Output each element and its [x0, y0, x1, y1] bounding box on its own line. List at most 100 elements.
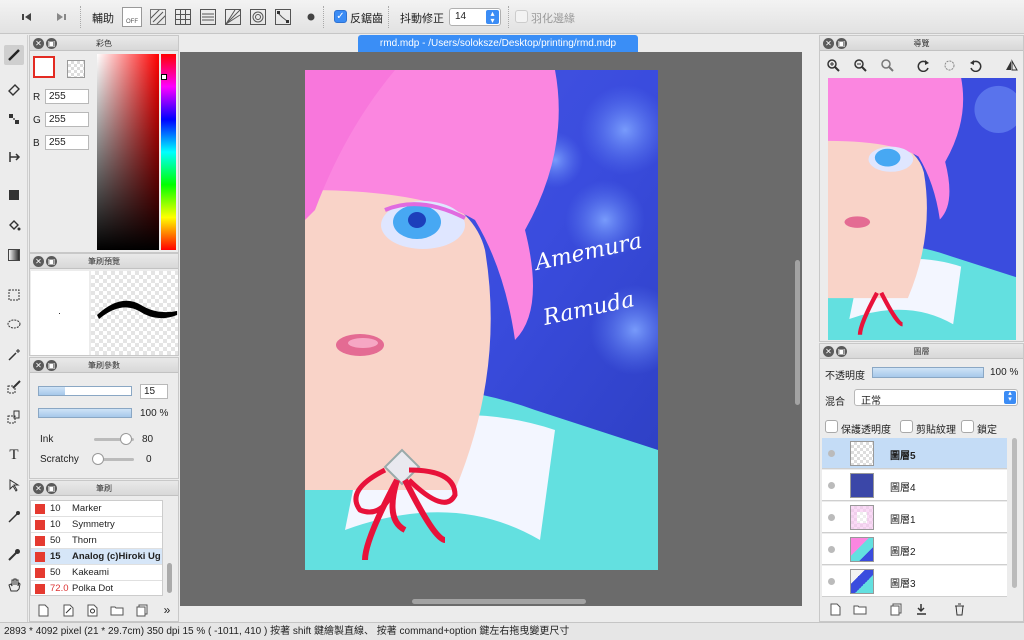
protect-alpha-checkbox[interactable] — [825, 420, 838, 433]
snap-circle-icon[interactable] — [249, 8, 267, 26]
minimize-icon[interactable]: ▣ — [836, 346, 847, 357]
snap-radial-icon[interactable] — [224, 8, 242, 26]
artwork-canvas[interactable]: Amemura Ramuda — [305, 70, 658, 570]
snap-horizontal-icon[interactable] — [199, 8, 217, 26]
brush-list-item[interactable]: 10 Symmetry — [31, 517, 162, 533]
saturation-value-picker[interactable] — [97, 54, 159, 250]
hue-slider[interactable] — [161, 54, 176, 250]
canvas-vertical-scrollbar[interactable] — [795, 260, 800, 405]
delete-layer-icon[interactable] — [952, 602, 966, 616]
brush-settings-icon[interactable] — [85, 603, 99, 617]
canvas-area[interactable]: Amemura Ramuda — [180, 52, 802, 606]
foreground-color-swatch[interactable] — [33, 56, 55, 78]
rotate-right-icon[interactable] — [968, 58, 982, 72]
brush-list-item[interactable]: 72.0 Polka Dot — [31, 581, 162, 595]
operation-tool-icon[interactable] — [4, 475, 24, 495]
lasso-tool-icon[interactable] — [4, 315, 24, 335]
stabilizer-select[interactable]: 14 ▴ ▾ — [449, 8, 501, 26]
minimize-icon[interactable]: ▣ — [46, 256, 57, 267]
snap-grid-icon[interactable] — [174, 8, 192, 26]
clipping-check-icon[interactable] — [900, 420, 913, 433]
minimize-icon[interactable]: ▣ — [836, 38, 847, 49]
layer-visibility-icon[interactable] — [828, 546, 835, 553]
scratchy-slider-track[interactable] — [92, 453, 134, 465]
dither-tool-icon[interactable] — [4, 109, 24, 129]
pen-tool-icon[interactable] — [4, 45, 24, 65]
brush-list-scrollbar[interactable] — [167, 563, 172, 593]
g-input[interactable]: 255 — [45, 112, 89, 127]
minimize-icon[interactable]: ▣ — [46, 483, 57, 494]
layer-row[interactable]: 圖層3 — [822, 566, 1007, 597]
layer-visibility-icon[interactable] — [828, 450, 835, 457]
rect-select-tool-icon[interactable] — [4, 285, 24, 305]
layer-row[interactable]: 圖層4 — [822, 470, 1007, 501]
layers-scrollbar[interactable] — [1012, 438, 1017, 588]
brush-list-item[interactable]: 10 Marker — [31, 501, 162, 517]
ink-slider-thumb[interactable] — [120, 433, 132, 445]
layer-opacity-bar[interactable] — [872, 367, 984, 378]
select-eraser-tool-icon[interactable] — [4, 407, 24, 427]
layer-visibility-icon[interactable] — [828, 514, 835, 521]
close-icon[interactable]: ✕ — [823, 346, 834, 357]
rotate-left-icon[interactable] — [916, 58, 930, 72]
duplicate-layer-icon[interactable] — [889, 602, 903, 616]
close-icon[interactable]: ✕ — [823, 38, 834, 49]
antialias-check-icon[interactable]: ✓ — [334, 10, 347, 23]
close-icon[interactable]: ✕ — [33, 256, 44, 267]
layer-row[interactable]: 圖層1 — [822, 502, 1007, 533]
close-icon[interactable]: ✕ — [33, 38, 44, 49]
layer-row[interactable]: 圖層5 — [822, 438, 1007, 469]
brush-size-bar[interactable] — [38, 386, 132, 396]
brush-opacity-bar[interactable] — [38, 408, 132, 418]
eraser-tool-icon[interactable] — [4, 79, 24, 99]
flip-horizontal-icon[interactable] — [1004, 58, 1018, 72]
close-icon[interactable]: ✕ — [33, 360, 44, 371]
divide-tool-icon[interactable] — [4, 507, 24, 527]
redo-icon[interactable] — [52, 8, 70, 26]
close-icon[interactable]: ✕ — [33, 483, 44, 494]
brush-size-input[interactable]: 15 — [140, 384, 168, 399]
ink-slider-track[interactable] — [94, 433, 134, 445]
more-chevron-icon[interactable]: » — [160, 603, 174, 617]
minimize-icon[interactable]: ▣ — [46, 360, 57, 371]
feather-check-icon[interactable] — [515, 10, 528, 23]
lock-checkbox[interactable] — [961, 420, 974, 433]
layer-visibility-icon[interactable] — [828, 578, 835, 585]
duplicate-icon[interactable] — [135, 603, 149, 617]
snap-dot-icon[interactable] — [302, 8, 320, 26]
snap-parallel-icon[interactable] — [149, 8, 167, 26]
zoom-out-icon[interactable] — [853, 58, 867, 72]
merge-down-icon[interactable] — [914, 602, 928, 616]
hand-tool-icon[interactable] — [4, 575, 24, 595]
feather-checkbox[interactable] — [515, 10, 528, 23]
new-brush-icon[interactable] — [36, 603, 50, 617]
gradient-tool-icon[interactable] — [4, 245, 24, 265]
undo-icon[interactable] — [18, 8, 36, 26]
clipping-checkbox[interactable] — [900, 420, 913, 433]
bucket-tool-icon[interactable] — [4, 215, 24, 235]
zoom-in-icon[interactable] — [826, 58, 840, 72]
brush-list-item[interactable]: 15 Analog (c)Hiroki Ug — [31, 549, 162, 565]
zoom-fit-icon[interactable] — [880, 58, 894, 72]
canvas-horizontal-scrollbar[interactable] — [412, 599, 586, 604]
folder-icon[interactable] — [110, 603, 124, 617]
protect-alpha-check-icon[interactable] — [825, 420, 838, 433]
layer-visibility-icon[interactable] — [828, 482, 835, 489]
lock-check-icon[interactable] — [961, 420, 974, 433]
new-layer-icon[interactable] — [828, 602, 842, 616]
blend-mode-select[interactable]: 正常 ▴ ▾ — [854, 389, 1018, 407]
b-input[interactable]: 255 — [45, 135, 89, 150]
hue-marker[interactable] — [161, 74, 167, 80]
minimize-icon[interactable]: ▣ — [46, 38, 57, 49]
rotate-reset-icon[interactable] — [942, 58, 956, 72]
snap-off-button[interactable]: OFF — [122, 7, 142, 27]
antialias-checkbox[interactable]: ✓ — [334, 10, 347, 23]
blend-chevron-icon[interactable]: ▴ ▾ — [1004, 390, 1016, 404]
snap-curve-icon[interactable] — [274, 8, 292, 26]
brush-group-icon[interactable] — [61, 603, 75, 617]
navigator-thumbnail[interactable] — [828, 78, 1016, 340]
fill-rect-tool-icon[interactable] — [4, 185, 24, 205]
new-folder-icon[interactable] — [853, 602, 867, 616]
scratchy-slider-thumb[interactable] — [92, 453, 104, 465]
r-input[interactable]: 255 — [45, 89, 89, 104]
